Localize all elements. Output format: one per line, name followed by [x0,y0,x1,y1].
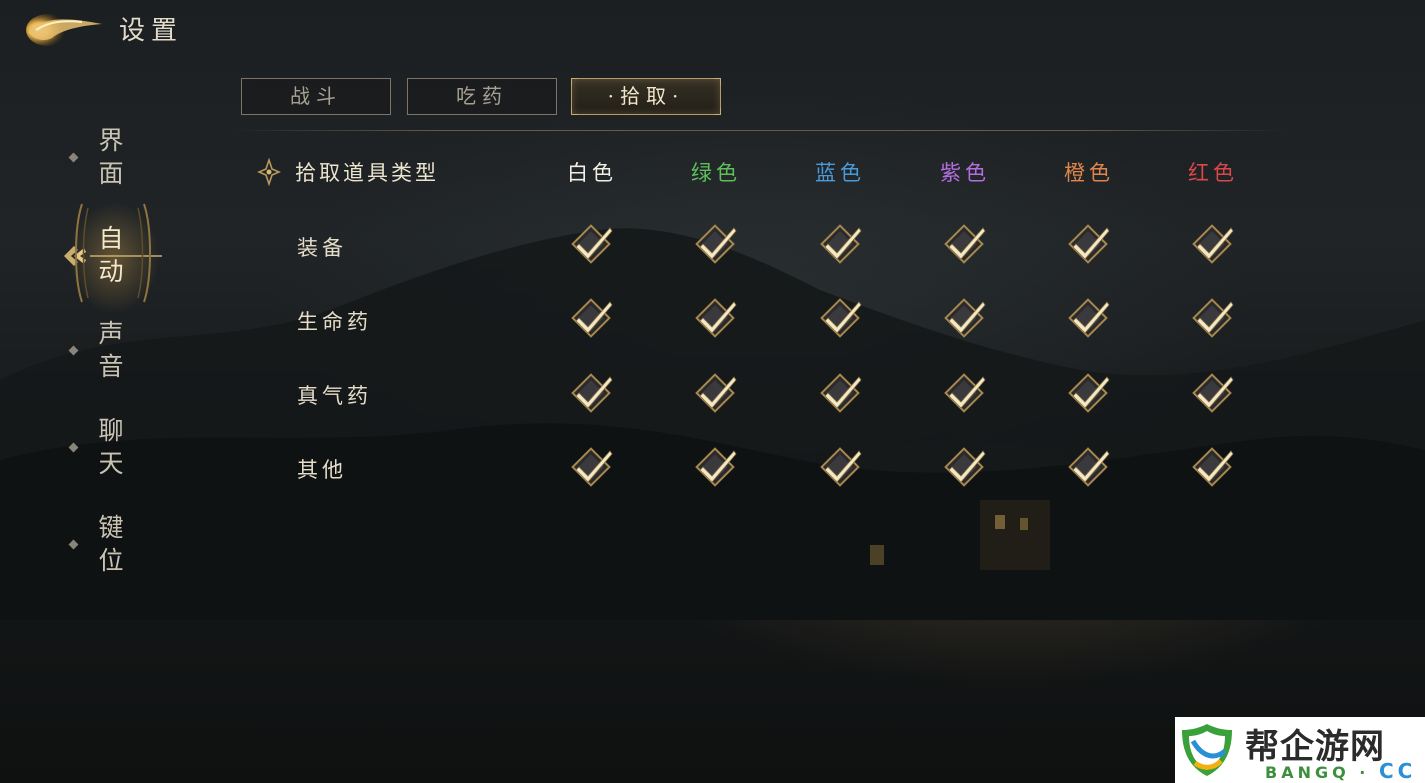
tab-potion[interactable]: 吃药 [407,78,557,115]
tab-divider [230,130,1290,131]
checkmark-icon [820,224,862,264]
pickup-checkbox[interactable] [1190,222,1236,268]
checkmark-icon [1192,447,1234,487]
sidebar-item-label: 声音 [98,319,124,381]
checkmark-icon [695,224,737,264]
watermark-en-brand: BANGQ [1265,763,1350,782]
shield-logo-icon [1182,724,1232,776]
pickup-checkbox[interactable] [693,371,739,417]
checkmark-icon [1068,373,1110,413]
pickup-checkbox[interactable] [818,296,864,342]
pickup-checkbox[interactable] [569,296,615,342]
pickup-checkbox[interactable] [818,222,864,268]
column-header-blue: 蓝色 [815,161,865,185]
corner-ornament-icon [571,78,578,85]
column-header-purple: 紫色 [940,161,990,185]
checkmark-icon [820,447,862,487]
pickup-checkbox[interactable] [693,445,739,491]
column-header-orange: 橙色 [1064,161,1114,185]
sidebar-item-label: 聊天 [98,416,124,478]
pickup-checkbox[interactable] [818,445,864,491]
tab-label: 吃药 [456,84,508,108]
pickup-checkbox[interactable] [569,445,615,491]
checkmark-icon [944,298,986,338]
pickup-checkbox[interactable] [569,371,615,417]
page-title: 设置 [119,16,184,46]
pickup-checkbox[interactable] [1190,371,1236,417]
title-bar: 设置 [0,0,400,60]
tab-label: 战斗 [290,84,342,108]
diamond-bullet-icon [68,345,79,356]
checkmark-icon [1068,224,1110,264]
checkmark-icon [571,298,613,338]
checkmark-icon [820,373,862,413]
diamond-bullet-icon [68,152,79,163]
checkmark-icon [1068,298,1110,338]
checkmark-icon [571,447,613,487]
sidebar-item-auto[interactable]: 自动 [60,202,170,314]
fleur-ornament-icon [257,158,281,186]
pickup-checkbox[interactable] [942,222,988,268]
row-label-equipment: 装备 [297,236,347,260]
sidebar-item-label: 自动 [98,224,124,286]
pickup-checkbox[interactable] [569,222,615,268]
pickup-checkbox[interactable] [1066,445,1112,491]
checkmark-icon [1192,224,1234,264]
checkmark-icon [944,447,986,487]
checkmark-icon [695,447,737,487]
pickup-checkbox[interactable] [942,296,988,342]
pickup-checkbox[interactable] [1066,296,1112,342]
corner-ornament-icon [714,108,721,115]
pickup-checkbox[interactable] [1190,445,1236,491]
pickup-checkbox[interactable] [1190,296,1236,342]
watermark-cc: CC [1378,759,1417,783]
tab-combat[interactable]: 战斗 [241,78,391,115]
site-watermark: 帮企游网 BANGQ · CC [1175,717,1425,783]
row-label-other: 其他 [297,458,347,482]
pickup-checkbox[interactable] [818,371,864,417]
sidebar-item-label: 键位 [98,513,124,575]
checkmark-icon [820,298,862,338]
watermark-en: BANGQ · CC [1265,759,1416,783]
corner-ornament-icon [571,108,578,115]
column-header-white: 白色 [567,161,617,185]
checkmark-icon [1068,447,1110,487]
row-label-hp-potion: 生命药 [297,310,372,334]
pickup-checkbox[interactable] [942,371,988,417]
sidebar-item-chat[interactable]: 聊天 [60,410,170,490]
diamond-bullet-icon [68,442,79,453]
sidebar: 界面 自动 声音 聊天 键位 [60,120,170,590]
checkmark-icon [1192,298,1234,338]
pickup-checkbox[interactable] [693,296,739,342]
checkmark-icon [571,224,613,264]
pickup-checkbox[interactable] [1066,371,1112,417]
sidebar-item-interface[interactable]: 界面 [60,120,170,200]
corner-ornament-icon [714,78,721,85]
checkmark-icon [695,298,737,338]
column-header-red: 红色 [1188,161,1238,185]
flame-logo-icon [26,14,102,46]
sidebar-item-keybind[interactable]: 键位 [60,507,170,587]
pickup-type-header: 拾取道具类型 [295,161,439,185]
row-label-qi-potion: 真气药 [297,384,372,408]
tab-label: ·拾取· [607,84,685,108]
tab-pickup[interactable]: ·拾取· [571,78,721,115]
watermark-dot: · [1359,763,1370,782]
pickup-checkbox[interactable] [1066,222,1112,268]
diamond-bullet-icon [68,539,79,550]
pickup-checkbox[interactable] [693,222,739,268]
checkmark-icon [695,373,737,413]
pickup-checkbox[interactable] [942,445,988,491]
checkmark-icon [571,373,613,413]
checkmark-icon [1192,373,1234,413]
sidebar-item-label: 界面 [98,126,124,188]
column-header-green: 绿色 [691,161,741,185]
checkmark-icon [944,373,986,413]
checkmark-icon [944,224,986,264]
sidebar-item-sound[interactable]: 声音 [60,313,170,393]
